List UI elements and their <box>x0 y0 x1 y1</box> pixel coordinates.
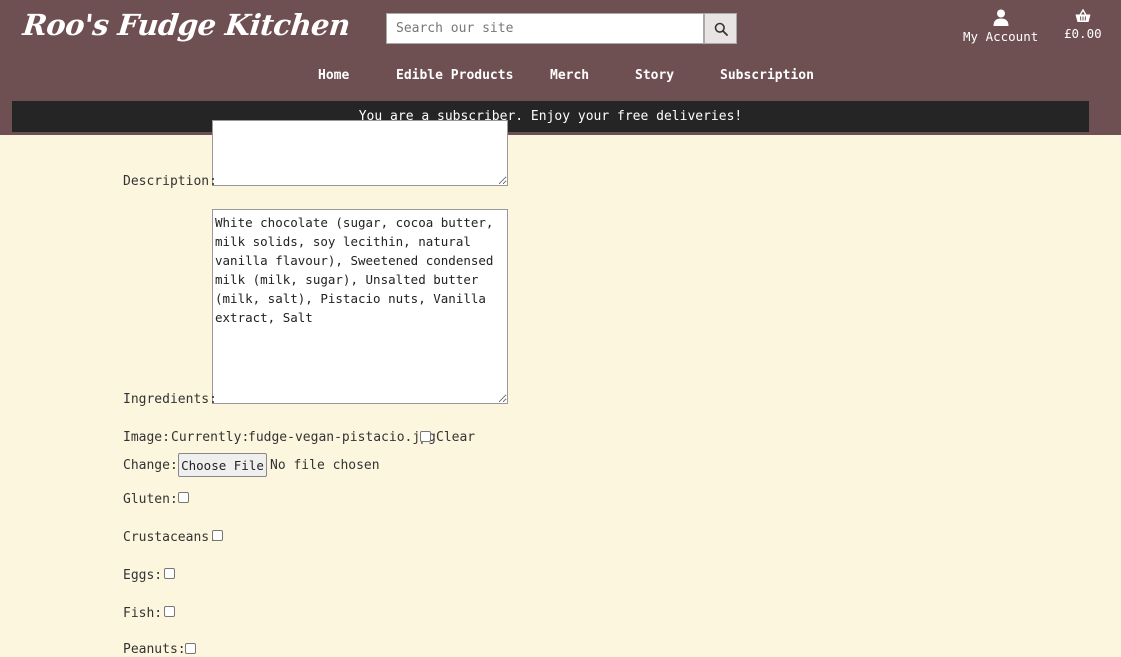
choose-file-button[interactable]: Choose File <box>178 453 267 477</box>
subscriber-banner: You are a subscriber. Enjoy your free de… <box>12 101 1089 132</box>
site-header: Roo's Fudge Kitchen My Account £0.00 Hom… <box>0 0 1121 135</box>
ingredients-label: Ingredients: <box>123 392 217 407</box>
file-status: No file chosen <box>270 458 380 473</box>
image-change-label: Change: <box>123 458 178 473</box>
main-nav: Home Edible Products Merch Story Subscri… <box>0 68 1121 86</box>
search-icon <box>714 22 728 36</box>
image-clear-label: Clear <box>436 430 475 445</box>
image-currently-label: Currently: <box>171 430 249 445</box>
fish-checkbox[interactable] <box>164 606 175 617</box>
crustaceans-label: Crustaceans: <box>123 530 217 545</box>
search-form <box>386 13 737 44</box>
basket-link[interactable]: £0.00 <box>1064 9 1102 41</box>
image-clear-checkbox[interactable] <box>420 431 431 442</box>
crustaceans-checkbox[interactable] <box>212 530 223 541</box>
my-account-label: My Account <box>963 29 1038 44</box>
fish-label: Fish: <box>123 606 162 621</box>
peanuts-checkbox[interactable] <box>185 643 196 654</box>
user-icon <box>993 9 1009 26</box>
peanuts-label: Peanuts: <box>123 642 186 657</box>
image-filename: fudge-vegan-pistacio.jpg <box>248 430 436 445</box>
site-logo[interactable]: Roo's Fudge Kitchen <box>21 8 351 42</box>
gluten-checkbox[interactable] <box>178 492 189 503</box>
nav-subscription[interactable]: Subscription <box>720 68 814 83</box>
nav-story[interactable]: Story <box>635 68 674 83</box>
eggs-label: Eggs: <box>123 568 162 583</box>
description-textarea[interactable] <box>212 120 508 186</box>
search-input[interactable] <box>386 13 704 44</box>
search-button[interactable] <box>704 13 737 44</box>
eggs-checkbox[interactable] <box>164 568 175 579</box>
nav-merch[interactable]: Merch <box>550 68 589 83</box>
gluten-label: Gluten: <box>123 492 178 507</box>
ingredients-textarea[interactable]: White chocolate (sugar, cocoa butter, mi… <box>212 209 508 404</box>
nav-home[interactable]: Home <box>318 68 349 83</box>
basket-total: £0.00 <box>1064 26 1102 41</box>
description-label: Description: <box>123 174 217 189</box>
nav-edible-products[interactable]: Edible Products <box>396 68 513 83</box>
image-label: Image: <box>123 430 170 445</box>
basket-icon <box>1075 9 1091 23</box>
my-account-link[interactable]: My Account <box>963 9 1038 44</box>
